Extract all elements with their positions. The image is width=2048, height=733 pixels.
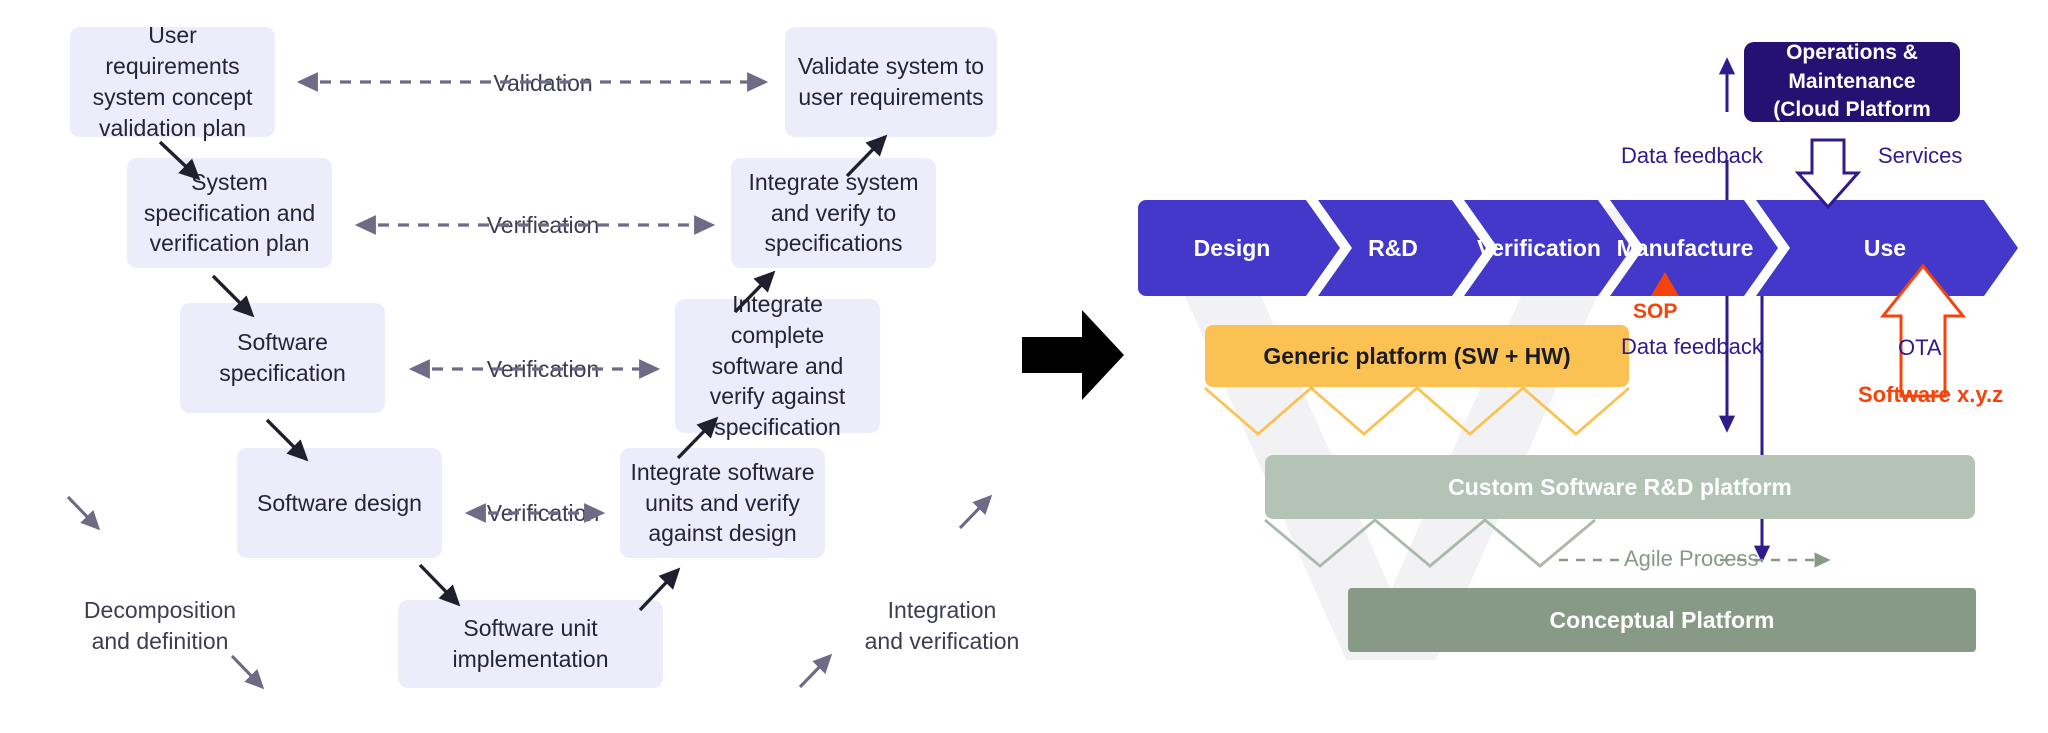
side-label-text: Integration and verification xyxy=(864,597,1020,654)
vmodel-box-software-design: Software design xyxy=(237,448,442,558)
cross-link-label-verification-3: Verification xyxy=(428,468,658,529)
platform-generic-platform: Generic platform (SW + HW) xyxy=(1205,325,1629,387)
vmodel-box-integrate-complete-software: Integrate complete software and verify a… xyxy=(675,291,880,440)
annotation-data-feedback-top: Data feedback xyxy=(1621,143,1763,169)
vmodel-box-software-unit-implementation: Software unit implementation xyxy=(398,600,663,688)
vmodel-box-label: Software design xyxy=(257,489,422,516)
cross-link-label-verification-1: Verification xyxy=(428,180,658,241)
process-stage-label: R&D xyxy=(1368,234,1418,261)
side-label-text: Decomposition and definition xyxy=(83,597,237,654)
process-stage-rnd[interactable]: R&D xyxy=(1318,200,1468,296)
annotation-ota: OTA xyxy=(1898,335,1942,361)
vmodel-box-label: Software unit implementation xyxy=(452,615,609,672)
annotation-agile-process: Agile Process xyxy=(1624,546,1759,572)
cross-link-label-verification-2: Verification xyxy=(428,324,658,385)
annotation-text: Data feedback xyxy=(1621,334,1763,359)
cross-link-text: Verification xyxy=(486,500,600,527)
platform-conceptual-platform: Conceptual Platform xyxy=(1348,588,1976,652)
process-stage-label: Manufacture xyxy=(1616,234,1754,261)
cross-link-text: Validation xyxy=(493,70,593,97)
annotation-text: Agile Process xyxy=(1624,546,1759,571)
annotation-text: Data feedback xyxy=(1621,143,1763,168)
annotation-sop: SOP xyxy=(1633,300,1677,324)
side-label-decomposition-and-definition: Decomposition and definition xyxy=(40,565,280,656)
vmodel-box-label: System specification and verification pl… xyxy=(143,168,316,257)
vmodel-box-label: Validate system to user requirements xyxy=(797,53,985,110)
vmodel-box-user-requirements: User requirements system concept validat… xyxy=(70,22,275,141)
process-stage-use[interactable]: Use xyxy=(1760,200,2010,296)
process-stage-label: Use xyxy=(1863,234,1907,261)
platform-label: Custom Software R&D platform xyxy=(1448,473,1792,500)
process-stage-manufacture[interactable]: Manufacture xyxy=(1610,200,1760,296)
vmodel-box-label: Integrate system and verify to specifica… xyxy=(748,168,919,257)
vmodel-box-software-specification: Software specification xyxy=(180,303,385,413)
process-stage-label: Design xyxy=(1193,234,1271,261)
annotation-text: SOP xyxy=(1633,300,1678,323)
cross-link-label-validation: Validation xyxy=(428,38,658,99)
vmodel-box-label: Software specification xyxy=(219,329,346,386)
annotation-services: Services xyxy=(1878,143,1962,169)
cross-link-text: Verification xyxy=(486,212,600,239)
vmodel-box-label: Integrate complete software and verify a… xyxy=(709,290,846,441)
diagram-canvas: User requirements system concept validat… xyxy=(0,0,2048,733)
operations-maintenance-label: Operations & Maintenance (Cloud Platform xyxy=(1773,41,1931,122)
vmodel-box-integrate-system: Integrate system and verify to specifica… xyxy=(731,158,936,268)
vmodel-box-validate-system: Validate system to user requirements xyxy=(785,27,997,137)
process-stage-label: Verification xyxy=(1477,234,1601,261)
annotation-text: OTA xyxy=(1898,335,1942,360)
operations-maintenance-box: Operations & Maintenance (Cloud Platform xyxy=(1744,41,1960,122)
side-label-integration-and-verification: Integration and verification xyxy=(822,565,1062,656)
vmodel-box-label: User requirements system concept validat… xyxy=(92,22,253,141)
vmodel-box-system-specification: System specification and verification pl… xyxy=(127,158,332,268)
process-stage-design[interactable]: Design xyxy=(1146,200,1318,296)
process-stage-verification[interactable]: Verification xyxy=(1464,200,1614,296)
annotation-text: Software x.y.z xyxy=(1858,382,2004,407)
annotation-software-version: Software x.y.z xyxy=(1858,382,2003,408)
annotation-data-feedback-middle: Data feedback xyxy=(1621,334,1763,360)
platform-label: Generic platform (SW + HW) xyxy=(1263,342,1571,369)
cross-link-text: Verification xyxy=(486,356,600,383)
platform-custom-software-rnd-platform: Custom Software R&D platform xyxy=(1265,455,1975,519)
platform-label: Conceptual Platform xyxy=(1549,606,1775,633)
annotation-text: Services xyxy=(1878,143,1963,168)
